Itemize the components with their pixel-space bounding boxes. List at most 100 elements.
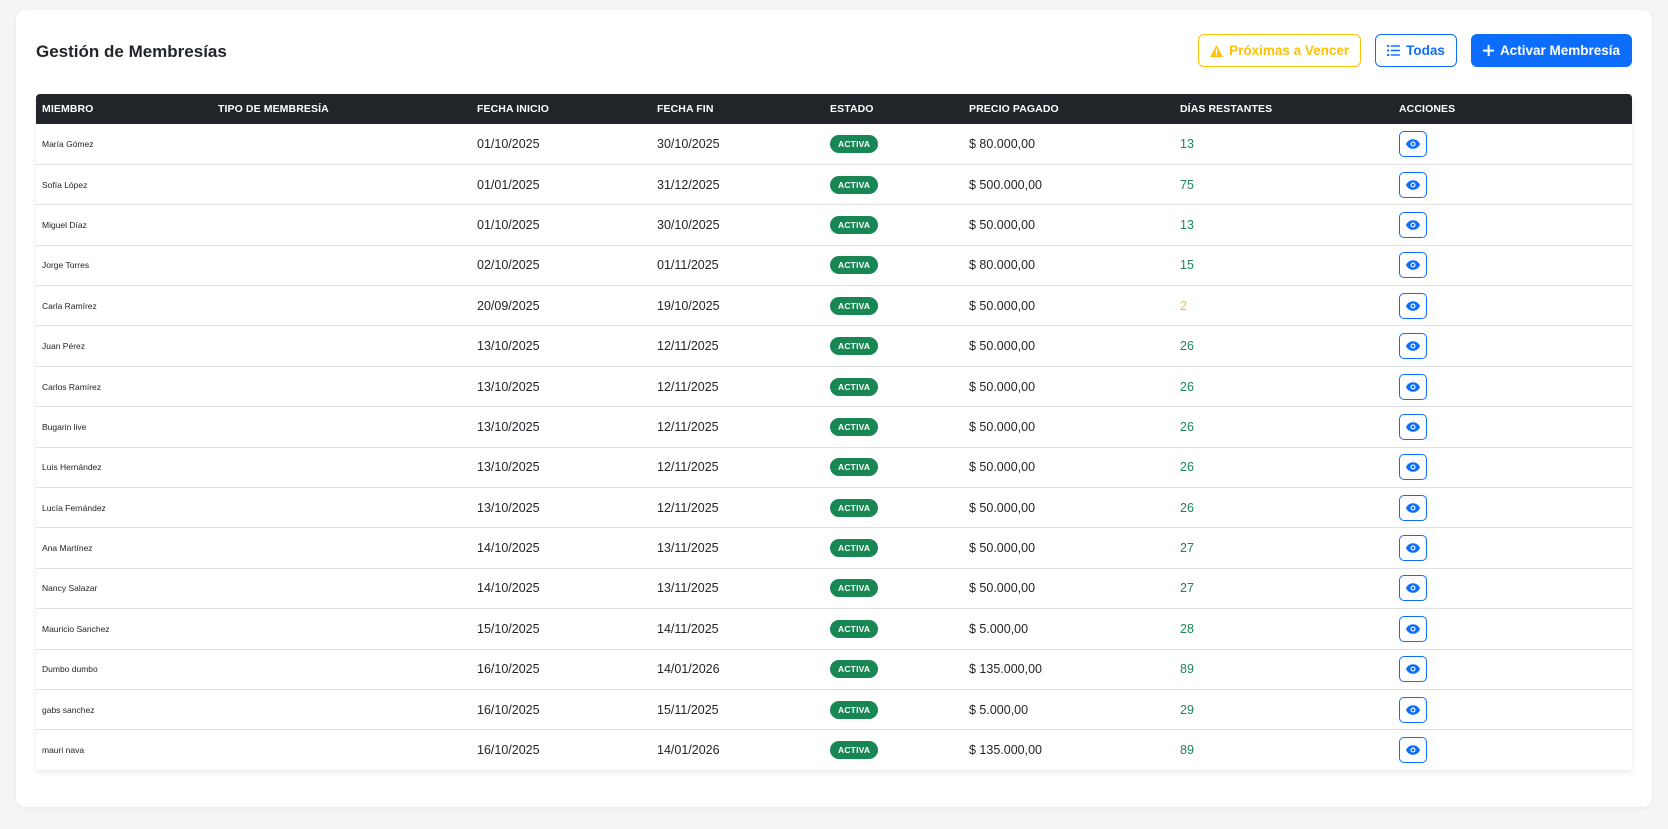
table-row: Lucía Fernández 13/10/2025 12/11/2025 Activ… <box>36 487 1632 528</box>
start-date: 13/10/2025 <box>477 500 540 515</box>
end-date: 12/11/2025 <box>657 419 719 434</box>
view-membership-button[interactable] <box>1399 171 1427 198</box>
price-paid: $ 80.000,00 <box>969 258 1036 273</box>
all-filter-button[interactable]: Todas <box>1375 34 1457 67</box>
days-remaining-cell: 15 <box>1174 245 1393 285</box>
status-cell: Activa <box>824 286 963 326</box>
actions-cell <box>1393 286 1632 326</box>
membership-type <box>212 609 471 649</box>
days-remaining: 29 <box>1180 702 1194 717</box>
days-remaining: 13 <box>1180 217 1194 232</box>
status-badge: Activa <box>830 296 879 315</box>
actions-cell <box>1393 164 1632 204</box>
eye-icon <box>1406 139 1420 149</box>
eye-icon <box>1406 422 1420 432</box>
column-header: Acciones <box>1399 103 1456 115</box>
price-paid: $ 5.000,00 <box>969 702 1029 717</box>
days-remaining-cell: 75 <box>1174 164 1393 204</box>
table-row: mauri nava 16/10/2025 14/01/2026 Activa $ 13… <box>36 729 1632 771</box>
column-header: Miembro <box>42 103 94 115</box>
end-date: 12/11/2025 <box>657 339 719 354</box>
table-row: María Gómez 01/10/2025 30/10/2025 Activa $ 8… <box>36 124 1632 165</box>
table-row: Carla Ramírez 20/09/2025 19/10/2025 Activa $… <box>36 285 1632 326</box>
membership-type <box>212 488 471 528</box>
eye-icon <box>1406 179 1420 190</box>
actions-cell <box>1393 366 1632 406</box>
price-paid: $ 50.000,00 <box>969 298 1036 313</box>
expiring-filter-button[interactable]: Próximas a Vencer <box>1198 34 1362 67</box>
view-membership-button[interactable] <box>1399 454 1427 481</box>
actions-cell <box>1393 407 1632 447</box>
start-date: 16/10/2025 <box>477 662 540 677</box>
view-membership-button[interactable] <box>1399 333 1427 360</box>
view-membership-button[interactable] <box>1399 252 1427 279</box>
memberships-table-wrapper: Miembro Tipo de Membresía Fecha Inicio Fech… <box>36 94 1632 771</box>
status-badge: Activa <box>830 417 879 436</box>
end-date: 30/10/2025 <box>657 136 720 151</box>
end-date: 31/12/2025 <box>657 177 720 192</box>
member-name: Lucía Fernández <box>42 502 106 513</box>
column-header: Fecha Inicio <box>477 103 549 115</box>
start-date: 01/10/2025 <box>477 217 540 232</box>
column-header: Precio Pagado <box>969 103 1059 115</box>
price-paid: $ 135.000,00 <box>969 662 1042 677</box>
start-date: 20/09/2025 <box>477 298 540 313</box>
view-membership-button[interactable] <box>1399 656 1427 683</box>
membership-type <box>212 326 471 366</box>
membership-type <box>212 447 471 487</box>
table-row: Luis Hernández 13/10/2025 12/11/2025 Activa… <box>36 447 1632 488</box>
status-cell: Activa <box>824 447 963 487</box>
days-remaining: 13 <box>1180 136 1194 151</box>
member-name: Nancy Salazar <box>42 583 98 594</box>
end-date: 12/11/2025 <box>657 500 719 515</box>
member-name: Carlos Ramírez <box>42 381 102 392</box>
status-badge: Activa <box>830 458 879 477</box>
eye-icon <box>1406 260 1420 271</box>
price-paid: $ 50.000,00 <box>969 217 1036 232</box>
status-badge: Activa <box>830 175 879 194</box>
actions-cell <box>1393 245 1632 285</box>
days-remaining-cell: 26 <box>1174 326 1393 366</box>
eye-icon <box>1406 462 1420 473</box>
days-remaining: 2 <box>1180 298 1187 313</box>
start-date: 14/10/2025 <box>477 541 540 556</box>
price-paid: $ 80.000,00 <box>969 136 1036 151</box>
eye-icon <box>1406 300 1420 311</box>
end-date: 01/11/2025 <box>657 258 719 273</box>
price-paid: $ 500.000,00 <box>969 177 1042 192</box>
activate-membership-button[interactable]: Activar Membresía <box>1470 34 1632 67</box>
table-row: Juan Pérez 13/10/2025 12/11/2025 Activa $ 50… <box>36 325 1632 367</box>
view-membership-button[interactable] <box>1399 615 1427 642</box>
member-name: Dumbo dumbo <box>42 664 98 675</box>
status-cell: Activa <box>824 488 963 528</box>
status-badge: Activa <box>830 337 879 356</box>
view-membership-button[interactable] <box>1399 413 1427 440</box>
days-remaining: 26 <box>1180 339 1194 354</box>
view-membership-button[interactable] <box>1399 737 1427 764</box>
table-row: Dumbo dumbo 16/10/2025 14/01/2026 Activa $ 1… <box>36 649 1632 690</box>
membership-type <box>212 205 471 245</box>
view-membership-button[interactable] <box>1399 292 1427 319</box>
view-membership-button[interactable] <box>1399 535 1427 562</box>
member-name: Luis Hernández <box>42 462 102 473</box>
view-membership-button[interactable] <box>1399 373 1427 400</box>
end-date: 15/11/2025 <box>657 702 719 717</box>
view-membership-button[interactable] <box>1399 494 1427 521</box>
actions-cell <box>1393 488 1632 528</box>
view-membership-button[interactable] <box>1399 130 1427 157</box>
column-header: Estado <box>830 103 874 115</box>
view-membership-button[interactable] <box>1399 696 1427 723</box>
view-membership-button[interactable] <box>1399 211 1427 238</box>
end-date: 14/11/2025 <box>657 621 719 636</box>
status-cell: Activa <box>824 568 963 608</box>
membership-type <box>212 689 471 729</box>
status-badge: Activa <box>830 377 879 396</box>
table-row: Miguel Díaz 01/10/2025 30/10/2025 Activa $ 5… <box>36 204 1632 246</box>
start-date: 16/10/2025 <box>477 702 540 717</box>
view-membership-button[interactable] <box>1399 575 1427 602</box>
list-icon <box>1387 45 1401 56</box>
status-badge: Activa <box>830 619 879 638</box>
start-date: 13/10/2025 <box>477 339 540 354</box>
actions-cell <box>1393 568 1632 608</box>
table-row: Bugarin live 13/10/2025 12/11/2025 Activa $ … <box>36 406 1632 448</box>
